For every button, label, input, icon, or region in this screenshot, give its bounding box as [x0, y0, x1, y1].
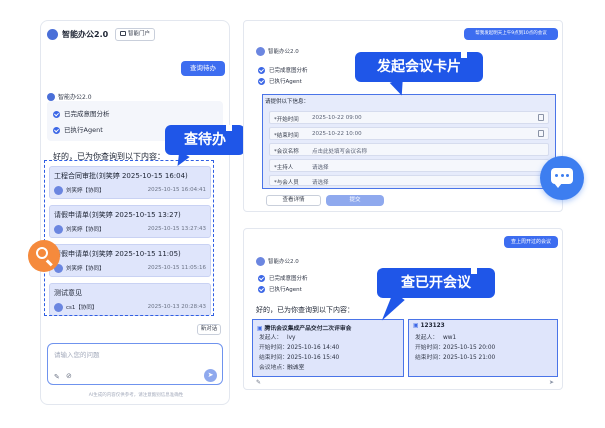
check-icon	[258, 67, 265, 74]
new-chat-button[interactable]: 新对话	[197, 324, 221, 335]
app-avatar	[47, 29, 58, 40]
portal-button[interactable]: 智能门户	[115, 28, 156, 41]
check-icon	[53, 110, 60, 118]
result-intro: 好的，已为你查询到以下内容：	[256, 306, 354, 314]
meeting-details: 发起人： lvy 开始时间：2025-10-16 14:40 结束时间：2025-…	[259, 335, 340, 371]
status-item: 已完成意图分析	[53, 108, 110, 118]
bot-avatar	[256, 47, 265, 56]
bot-header: 智能办公2.0	[47, 86, 92, 101]
bot-avatar	[47, 92, 55, 101]
magic-icon[interactable]: ✎	[256, 379, 261, 386]
meeting-card[interactable]: ▣ 123123 发起人： ww1 开始时间：2025-10-15 20:00 结…	[408, 319, 558, 377]
status-item: 已完成意图分析	[258, 66, 308, 74]
status-item: 已执行Agent	[258, 285, 302, 293]
status-item: 已执行Agent	[53, 124, 103, 134]
meeting-title: ▣ 123123	[413, 323, 445, 329]
callout-meeting-card: 发起会议卡片	[355, 52, 483, 82]
callout-todo: 查待办	[165, 125, 245, 155]
end-time-field[interactable]: *结束时间 2025-10-22 10:00	[269, 127, 549, 140]
chat-input-box[interactable]: 请输入您的问题 ✎ ⊘ ➤	[47, 343, 223, 385]
query-bubble-meeting: 帮我发起明天上午9点到10点的会议	[464, 28, 558, 40]
portal-label: 智能门户	[128, 31, 151, 37]
bot-header: 智能办公2.0	[256, 257, 299, 266]
attendees-field[interactable]: *与会人员 请选择	[269, 175, 549, 186]
chat-bubble-icon	[551, 168, 573, 184]
meeting-name-field[interactable]: *会议名称 点击此处填写会议名称	[269, 143, 549, 156]
meeting-details: 发起人： ww1 开始时间：2025-10-15 20:00 结束时间：2025-…	[415, 335, 496, 361]
meeting-title: ▣ 腾讯会议集成产品交付二次评审会	[257, 326, 352, 332]
submit-button[interactable]: 提交	[326, 195, 384, 206]
meeting-icon: ▣	[257, 326, 263, 332]
chat-input[interactable]: 请输入您的问题	[54, 349, 100, 359]
start-time-field[interactable]: *开始时间 2025-10-22 09:00	[269, 111, 549, 124]
view-detail-button[interactable]: 查看详情	[266, 195, 321, 206]
app-header: 智能办公2.0 智能门户	[47, 27, 223, 43]
bot-name: 智能办公2.0	[58, 94, 92, 101]
check-icon	[258, 275, 265, 282]
query-bubble-past-meetings: 查上周开过的会议	[504, 236, 558, 248]
status-item: 已完成意图分析	[258, 274, 308, 282]
host-field[interactable]: *主持人 请选择	[269, 159, 549, 172]
check-icon	[258, 78, 265, 85]
status-item: 已执行Agent	[258, 77, 302, 85]
check-icon	[258, 286, 265, 293]
calendar-icon[interactable]	[538, 130, 544, 137]
magic-icon[interactable]: ✎	[54, 373, 60, 381]
meeting-list-panel: 查上周开过的会议 智能办公2.0 已完成意图分析 已执行Agent 好的，已为你…	[243, 228, 563, 390]
bot-avatar	[256, 257, 265, 266]
meeting-form-panel: 帮我发起明天上午9点到10点的会议 智能办公2.0 已完成意图分析 已执行Age…	[243, 20, 563, 212]
meeting-icon: ▣	[413, 323, 419, 329]
app-title: 智能办公2.0	[62, 30, 109, 39]
send-icon[interactable]: ➤	[549, 379, 554, 386]
send-button[interactable]: ➤	[204, 369, 217, 382]
attach-icon[interactable]: ⊘	[66, 372, 72, 380]
meeting-form: 请提供以下信息： *开始时间 2025-10-22 09:00 *结束时间 2025…	[262, 94, 556, 189]
bot-header: 智能办公2.0	[256, 47, 299, 56]
query-bubble-todo: 查询待办	[181, 61, 225, 76]
check-icon	[53, 126, 60, 134]
portal-icon	[120, 31, 126, 36]
disclaimer: AI生成的内容仅供参考，请注意甄别信息准确性	[88, 393, 184, 398]
chat-fab[interactable]	[540, 156, 584, 200]
calendar-icon[interactable]	[538, 114, 544, 121]
form-title: 请提供以下信息：	[265, 99, 310, 105]
todo-highlight	[44, 160, 214, 316]
meeting-card[interactable]: ▣ 腾讯会议集成产品交付二次评审会 发起人： lvy 开始时间：2025-10-1…	[252, 319, 404, 377]
search-icon	[28, 240, 60, 272]
